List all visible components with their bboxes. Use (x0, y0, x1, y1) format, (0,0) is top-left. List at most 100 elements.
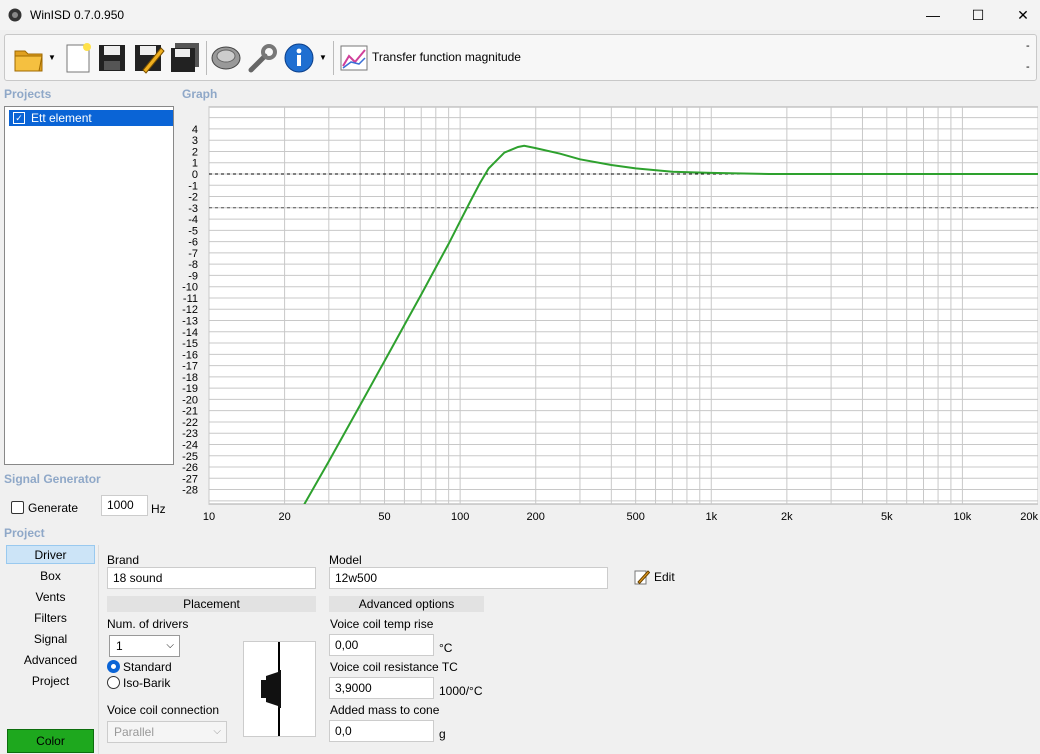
nav-filters[interactable]: Filters (6, 609, 95, 628)
num-drivers-label: Num. of drivers (107, 617, 189, 631)
vc-temp-field[interactable]: 0,00 (329, 634, 434, 656)
speaker-driver-icon[interactable] (210, 41, 242, 75)
vc-res-unit: 1000/°C (439, 684, 483, 698)
y-tick-label: 0 (192, 169, 198, 181)
new-document-icon[interactable] (63, 41, 93, 75)
y-tick-label: -4 (188, 214, 198, 226)
y-tick-label: -2 (188, 192, 198, 204)
graph-type-label[interactable]: Transfer function magnitude (372, 50, 521, 64)
vc-res-label: Voice coil resistance TC (330, 660, 458, 674)
graph-heading: Graph (182, 87, 218, 101)
close-button[interactable]: ✕ (1000, 0, 1040, 30)
minimize-button[interactable]: — (910, 0, 956, 30)
wrench-icon[interactable] (247, 41, 279, 75)
brand-field[interactable]: 18 sound (107, 567, 316, 589)
y-tick-label: -3 (188, 203, 198, 215)
frequency-input[interactable]: 1000 (101, 495, 148, 516)
edit-pencil-icon (634, 570, 650, 585)
open-folder-icon[interactable] (13, 41, 45, 75)
y-tick-label: -28 (182, 485, 198, 497)
y-tick-label: -14 (182, 327, 198, 339)
nav-advanced[interactable]: Advanced (6, 651, 95, 670)
y-tick-label: -12 (182, 304, 198, 316)
info-icon[interactable] (283, 41, 315, 75)
edit-button[interactable]: Edit (634, 569, 675, 585)
x-tick-label: 5k (881, 511, 893, 523)
projects-list[interactable]: ✓ Ett element (4, 106, 174, 465)
edit-label: Edit (654, 570, 675, 584)
vc-connection-label: Voice coil connection (107, 703, 220, 717)
y-tick-label: -1 (188, 180, 198, 192)
toolbar-separator (206, 41, 207, 75)
placement-header: Placement (107, 596, 316, 612)
x-tick-label: 10 (203, 511, 215, 523)
nav-box[interactable]: Box (6, 567, 95, 586)
added-mass-field[interactable]: 0,0 (329, 720, 434, 742)
save-as-icon[interactable] (133, 41, 165, 75)
y-tick-label: -7 (188, 248, 198, 260)
y-tick-label: -27 (182, 473, 198, 485)
vc-res-field[interactable]: 3,9000 (329, 677, 434, 699)
maximize-button[interactable]: ☐ (955, 0, 1001, 30)
x-tick-label: 100 (451, 511, 469, 523)
y-tick-label: -26 (182, 462, 198, 474)
generate-checkbox[interactable] (11, 501, 24, 514)
app-icon (8, 8, 22, 22)
checkbox-checked-icon[interactable]: ✓ (13, 112, 25, 124)
chevron-down-icon: ⌵ (166, 640, 174, 651)
y-tick-label: -13 (182, 316, 198, 328)
save-all-icon[interactable] (169, 41, 201, 75)
model-field[interactable]: 12w500 (329, 567, 608, 589)
graph-icon[interactable] (339, 41, 369, 75)
vc-connection-select[interactable]: Parallel ⌵ (107, 721, 227, 743)
y-tick-label: -9 (188, 270, 198, 282)
added-mass-unit: g (439, 727, 446, 741)
standard-radio[interactable] (107, 660, 120, 673)
x-tick-label: 1k (705, 511, 717, 523)
x-tick-label: 200 (527, 511, 545, 523)
standard-label: Standard (123, 660, 172, 674)
project-item-label: Ett element (31, 111, 92, 125)
project-item[interactable]: ✓ Ett element (9, 110, 173, 126)
y-tick-label: -19 (182, 383, 198, 395)
num-drivers-select[interactable]: 1 ⌵ (109, 635, 180, 657)
color-button[interactable]: Color (7, 729, 94, 753)
y-tick-label: -25 (182, 451, 198, 463)
isobarik-radio[interactable] (107, 676, 120, 689)
nav-driver[interactable]: Driver (6, 545, 95, 564)
window-title: WinISD 0.7.0.950 (30, 8, 125, 22)
chevron-down-icon: ⌵ (213, 726, 221, 737)
y-tick-label: -8 (188, 259, 198, 271)
toolbar-overflow-dash[interactable]: - (1026, 40, 1030, 52)
y-tick-label: -24 (182, 439, 198, 451)
y-tick-label: -15 (182, 338, 198, 350)
isobarik-label: Iso-Barik (123, 676, 171, 690)
save-icon[interactable] (97, 41, 127, 75)
nav-vents[interactable]: Vents (6, 588, 95, 607)
added-mass-label: Added mass to cone (330, 703, 440, 717)
y-tick-label: -10 (182, 282, 198, 294)
x-tick-label: 2k (781, 511, 793, 523)
y-tick-label: -11 (183, 293, 198, 305)
vc-connection-value: Parallel (114, 725, 155, 739)
y-tick-label: 1 (192, 158, 198, 170)
nav-signal[interactable]: Signal (6, 630, 95, 649)
y-tick-label: 2 (192, 146, 198, 158)
open-dropdown-icon[interactable]: ▼ (48, 53, 56, 62)
toolbar: ▼ ▼ Transfer function magnitude - - (4, 34, 1037, 81)
toolbar-overflow-dash[interactable]: - (1026, 61, 1030, 73)
y-tick-label: -16 (182, 349, 198, 361)
y-tick-label: -21 (182, 406, 198, 418)
x-tick-label: 500 (626, 511, 644, 523)
info-dropdown-icon[interactable]: ▼ (319, 53, 327, 62)
transfer-function-graph[interactable]: 43210-1-2-3-4-5-6-7-8-9-10-11-12-13-14-1… (176, 104, 1038, 524)
y-tick-label: -23 (182, 428, 198, 440)
advanced-options-header: Advanced options (329, 596, 484, 612)
x-tick-label: 50 (378, 511, 390, 523)
project-heading: Project (4, 526, 45, 540)
y-tick-label: -17 (182, 361, 198, 373)
nav-project[interactable]: Project (6, 672, 95, 691)
y-tick-label: -22 (182, 417, 198, 429)
x-tick-label: 10k (954, 511, 972, 523)
frequency-unit: Hz (151, 502, 166, 516)
